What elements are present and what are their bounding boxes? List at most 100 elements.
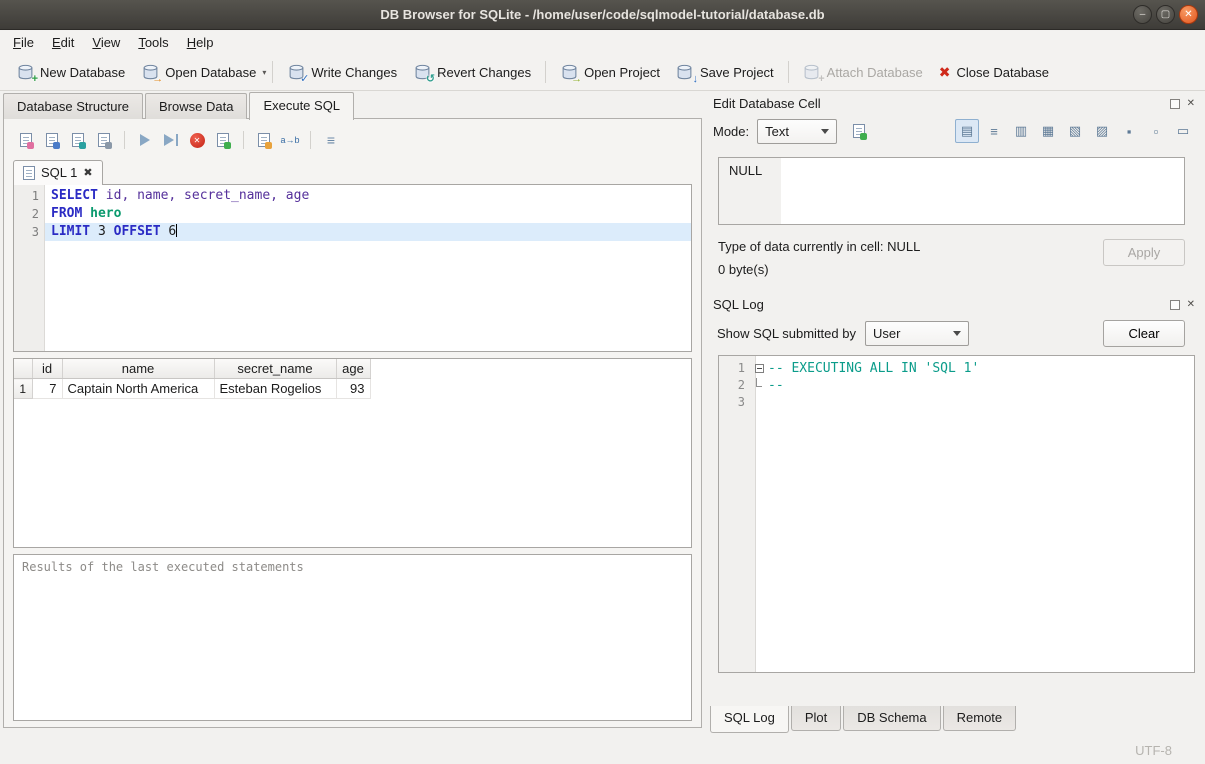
cell-export-button[interactable]: ▨: [1090, 119, 1114, 143]
fold-collapse-icon[interactable]: [755, 364, 764, 373]
cell-age[interactable]: 93: [336, 379, 370, 399]
find-replace-icon: a→b: [280, 135, 299, 145]
sql-tab-label: SQL 1: [41, 165, 77, 180]
sql-log-viewer[interactable]: 1 -- EXECUTING ALL IN 'SQL 1' 2 -- 3: [718, 355, 1195, 673]
auto-format-button[interactable]: ≡: [318, 128, 344, 152]
print-icon: [98, 133, 110, 147]
cell-import-button[interactable]: ▧: [1063, 119, 1087, 143]
tab-plot[interactable]: Plot: [791, 706, 841, 731]
apply-button[interactable]: Apply: [1103, 239, 1185, 266]
mode-value: Text: [765, 124, 789, 139]
menu-item-view[interactable]: View: [83, 32, 129, 53]
cell-word-wrap-button[interactable]: ≡: [982, 119, 1006, 143]
save-sql-file-icon: [46, 133, 58, 147]
cell-secret-name[interactable]: Esteban Rogelios: [214, 379, 336, 399]
print-sql-button[interactable]: [91, 128, 117, 152]
sql-tab-sql1[interactable]: SQL 1 ✖: [13, 160, 103, 185]
attach-database-button[interactable]: + Attach Database: [795, 59, 931, 85]
sql-log-dock-header: SQL Log ✕: [704, 292, 1205, 314]
cell-json-view-button[interactable]: ▥: [1009, 119, 1033, 143]
tab-db-schema[interactable]: DB Schema: [843, 706, 940, 731]
tab-database-structure[interactable]: Database Structure: [3, 93, 143, 119]
tree-branch-icon: [756, 378, 762, 387]
open-project-button[interactable]: → Open Project: [552, 59, 668, 85]
format-icon: ≡: [327, 132, 335, 148]
cell-id[interactable]: 7: [32, 379, 62, 399]
results-grid[interactable]: id name secret_name age 1 7 Captain Nort…: [13, 358, 692, 548]
dock-float-icon[interactable]: [1170, 99, 1180, 109]
cell-editor[interactable]: NULL: [718, 157, 1185, 225]
write-changes-button[interactable]: ✓ Write Changes: [279, 59, 405, 85]
toolbar-separator: [788, 61, 789, 83]
column-header-id[interactable]: id: [32, 359, 62, 379]
cell-set-null-button[interactable]: ▪: [1117, 119, 1141, 143]
toolbar-separator: [545, 61, 546, 83]
play-to-line-icon: [164, 134, 174, 146]
cell-text-view-button[interactable]: ▤: [955, 119, 979, 143]
dock-close-icon[interactable]: ✕: [1187, 300, 1195, 310]
stop-execution-button[interactable]: ✕: [184, 128, 210, 152]
log-filter-select[interactable]: User: [865, 321, 969, 346]
cell-mode-select[interactable]: Text: [757, 119, 837, 144]
new-database-button[interactable]: + New Database: [8, 59, 133, 85]
line-number: 3: [719, 394, 750, 411]
save-project-button[interactable]: ↓ Save Project: [668, 59, 782, 85]
main-tab-bar: Database Structure Browse Data Execute S…: [3, 91, 356, 119]
sql-script-icon: [23, 166, 35, 180]
import-sql-button[interactable]: [251, 128, 277, 152]
line-number: 1: [14, 187, 39, 205]
dock-float-icon[interactable]: [1170, 300, 1180, 310]
toolbar-separator: [272, 61, 273, 83]
open-database-button[interactable]: → Open Database: [133, 59, 264, 85]
save-sql-as-button[interactable]: [65, 128, 91, 152]
edit-cell-title: Edit Database Cell: [713, 96, 821, 111]
line-number: 3: [14, 223, 39, 241]
editor-line: 2 FROM hero: [14, 205, 691, 223]
main-toolbar: + New Database → Open Database ▾ ✓ Write…: [0, 54, 1205, 91]
execute-current-line-button[interactable]: [158, 128, 184, 152]
tab-remote[interactable]: Remote: [943, 706, 1017, 731]
window-close-button[interactable]: ✕: [1179, 5, 1198, 24]
column-header-secret-name[interactable]: secret_name: [214, 359, 336, 379]
save-sql-as-icon: [72, 133, 84, 147]
menu-item-tools[interactable]: Tools: [129, 32, 177, 53]
edit-cell-dock-header: Edit Database Cell ✕: [704, 91, 1205, 113]
open-sql-file-button[interactable]: [13, 128, 39, 152]
cell-print-button[interactable]: ▭: [1171, 119, 1195, 143]
tab-execute-sql[interactable]: Execute SQL: [249, 92, 354, 120]
cell-auto-switch-button[interactable]: [845, 118, 873, 144]
cell-fullscreen-button[interactable]: ▫: [1144, 119, 1168, 143]
close-database-button[interactable]: ✖ Close Database: [931, 60, 1057, 85]
menu-item-file[interactable]: File: [4, 32, 43, 53]
tab-sql-log[interactable]: SQL Log: [710, 706, 789, 733]
revert-changes-button[interactable]: ↺ Revert Changes: [405, 59, 539, 85]
close-tab-icon[interactable]: ✖: [83, 166, 92, 179]
clear-log-button[interactable]: Clear: [1103, 320, 1185, 347]
column-header-age[interactable]: age: [336, 359, 370, 379]
execute-sql-panel: ✕ a→b ≡ SQL 1 ✖ 1 SELECT id, name, secre: [3, 118, 702, 728]
row-number[interactable]: 1: [14, 379, 32, 399]
tab-browse-data[interactable]: Browse Data: [145, 93, 247, 119]
menu-item-edit[interactable]: Edit: [43, 32, 83, 53]
cell-xml-view-button[interactable]: ▦: [1036, 119, 1060, 143]
export-results-button[interactable]: [210, 128, 236, 152]
cell-size-info: 0 byte(s): [718, 262, 920, 277]
open-database-dropdown chevron-down-icon[interactable]: ▾: [262, 68, 266, 77]
window-maximize-button[interactable]: ▢: [1156, 5, 1175, 24]
dock-close-icon[interactable]: ✕: [1187, 99, 1195, 109]
window-controls: – ▢ ✕: [1133, 5, 1198, 24]
cell-name[interactable]: Captain North America: [62, 379, 214, 399]
execute-all-button[interactable]: [132, 128, 158, 152]
sql-editor[interactable]: 1 SELECT id, name, secret_name, age 2 FR…: [13, 184, 692, 352]
column-header-name[interactable]: name: [62, 359, 214, 379]
menu-item-help[interactable]: Help: [178, 32, 223, 53]
save-sql-file-button[interactable]: [39, 128, 65, 152]
find-replace-button[interactable]: a→b: [277, 128, 303, 152]
auto-switch-icon: [853, 124, 865, 138]
title-bar[interactable]: DB Browser for SQLite - /home/user/code/…: [0, 0, 1205, 30]
log-line: 2 --: [719, 377, 1194, 394]
database-revert-icon: ↺: [413, 63, 431, 81]
open-sql-file-icon: [20, 133, 32, 147]
log-filter-label: Show SQL submitted by: [717, 326, 856, 341]
window-minimize-button[interactable]: –: [1133, 5, 1152, 24]
